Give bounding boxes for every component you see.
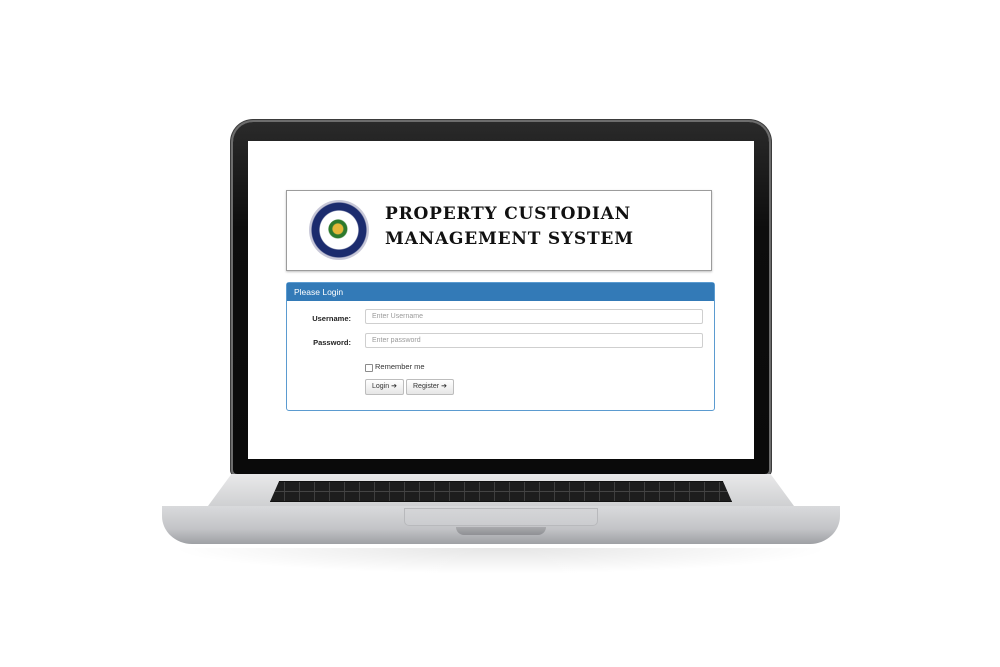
login-button-label: Login — [372, 383, 390, 390]
header-banner: PROPERTY CUSTODIAN MANAGEMENT SYSTEM — [286, 190, 712, 271]
system-title-line-2: MANAGEMENT SYSTEM — [385, 229, 634, 249]
login-button[interactable]: Login ➔ — [365, 379, 405, 395]
school-seal-logo — [309, 200, 369, 260]
seal-emblem-icon — [328, 219, 350, 241]
password-label: Password: — [313, 338, 351, 347]
sign-in-icon: ➔ — [391, 383, 398, 390]
register-button[interactable]: Register ➔ — [406, 379, 454, 395]
sign-in-icon: ➔ — [441, 383, 447, 390]
username-input[interactable]: Enter Username — [365, 309, 703, 324]
username-label: Username: — [312, 314, 351, 323]
register-button-label: Register — [413, 383, 440, 390]
laptop-keyboard — [270, 481, 732, 502]
remember-me-checkbox[interactable] — [365, 364, 373, 372]
laptop-shadow — [170, 548, 832, 574]
remember-me-label: Remember me — [375, 362, 425, 371]
laptop-trackpad — [404, 508, 598, 526]
login-panel-heading: Please Login — [287, 283, 714, 301]
system-title-line-1: PROPERTY CUSTODIAN — [385, 204, 631, 224]
password-input[interactable]: Enter password — [365, 333, 703, 348]
laptop-screen: PROPERTY CUSTODIAN MANAGEMENT SYSTEM Ple… — [248, 141, 754, 459]
login-panel: Please Login Username: Enter Username Pa… — [286, 282, 715, 411]
laptop-notch — [456, 527, 546, 535]
